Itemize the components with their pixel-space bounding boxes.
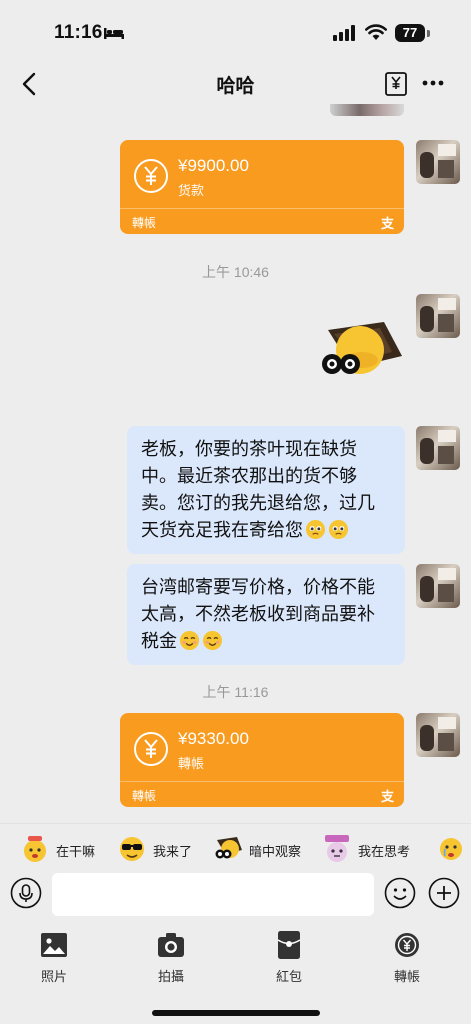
message-input[interactable]: [52, 873, 374, 916]
crying-sticker-icon: [440, 838, 462, 860]
previous-image-message[interactable]: [330, 104, 404, 116]
sunglasses-sticker-icon: [120, 837, 144, 861]
transfer-note: 轉帳: [178, 756, 205, 771]
transfer-footer-label: 轉帳: [132, 789, 157, 803]
tool-label: 拍攝: [157, 969, 184, 984]
smiling-face-emoji-icon: [179, 630, 200, 651]
transfer-footer-label: 轉帳: [132, 216, 157, 230]
photo-icon: [41, 933, 67, 957]
wifi-icon: [365, 24, 387, 40]
quick-sticker-bar: 在干嘛 我来了 暗中观察 我在思考: [0, 823, 471, 874]
emoji-picker-icon[interactable]: [384, 877, 416, 909]
timestamp: 上午 10:46: [202, 264, 269, 280]
red-packet-button[interactable]: 紅包: [254, 930, 324, 985]
message-line-with-emoji: 天货充足我在寄给您: [141, 517, 391, 544]
transfer-icon: [395, 933, 419, 957]
payment-logo: 支: [380, 216, 394, 231]
avatar[interactable]: [416, 294, 460, 338]
transfer-history-icon[interactable]: [385, 72, 407, 96]
voice-input-icon[interactable]: [10, 877, 42, 909]
binoculars-sticker-icon: [215, 837, 242, 859]
photo-button[interactable]: 照片: [19, 930, 89, 985]
transfer-amount: ¥9900.00: [178, 156, 249, 175]
avatar[interactable]: [416, 713, 460, 757]
message-line: 税金: [141, 631, 177, 651]
red-packet-icon: [277, 931, 301, 959]
message-line: 中。最近茶农那出的货不够: [141, 466, 357, 486]
thinking-sticker-icon: [325, 835, 349, 862]
text-message[interactable]: 老板，你要的茶叶现在缺货 中。最近茶农那出的货不够 卖。您订的我先退给您，过几 …: [127, 426, 405, 554]
message-line: 老板，你要的茶叶现在缺货: [141, 439, 357, 459]
message-line: 太高，不然老板收到商品要补: [141, 604, 375, 624]
tool-label: 照片: [40, 969, 67, 984]
add-attachment-icon[interactable]: [428, 877, 460, 909]
binoculars-sticker-icon[interactable]: [312, 316, 404, 378]
input-bar: [0, 873, 471, 918]
payment-logo: 支: [380, 789, 394, 804]
what-are-you-doing-sticker-icon: [24, 836, 46, 862]
transfer-divider: [120, 781, 404, 782]
message-line: 天货充足我在寄给您: [141, 520, 303, 540]
transfer-note: 货款: [178, 183, 205, 198]
chat-header: 哈哈: [0, 60, 471, 108]
smiling-face-emoji-icon: [202, 630, 223, 651]
transfer-message[interactable]: ¥9900.00 货款 轉帳 支: [120, 140, 404, 234]
home-indicator: [152, 1010, 320, 1016]
tool-label: 紅包: [275, 969, 302, 984]
transfer-message[interactable]: ¥9330.00 轉帳 轉帳 支: [120, 713, 404, 807]
quick-sticker-label: 我在思考: [358, 844, 411, 859]
quick-sticker-more[interactable]: [436, 834, 471, 864]
pleading-face-emoji-icon: [328, 519, 349, 540]
message-line: 卖。您订的我先退给您，过几: [141, 493, 375, 513]
sleep-focus-icon: [104, 28, 124, 39]
avatar[interactable]: [416, 140, 460, 184]
battery-tip: [427, 30, 430, 37]
quick-sticker-label: 暗中观察: [249, 844, 302, 859]
battery-indicator: 77: [395, 24, 425, 42]
text-message[interactable]: 台湾邮寄要写价格，价格不能 太高，不然老板收到商品要补 税金: [127, 564, 405, 665]
message-line-with-emoji: 税金: [141, 628, 391, 655]
message-line: 台湾邮寄要写价格，价格不能: [141, 577, 375, 597]
yen-transfer-icon: [134, 159, 168, 193]
pleading-face-emoji-icon: [305, 519, 326, 540]
camera-button[interactable]: 拍攝: [136, 930, 206, 985]
status-bar: 11:16 77: [0, 0, 471, 60]
transfer-divider: [120, 208, 404, 209]
quick-sticker-label: 在干嘛: [56, 844, 96, 859]
more-options-icon[interactable]: [421, 73, 445, 93]
tool-label: 轉帳: [393, 969, 420, 984]
avatar[interactable]: [416, 564, 460, 608]
transfer-button[interactable]: 轉帳: [372, 930, 442, 985]
attachment-toolbar: 照片 拍攝 紅包 轉帳: [0, 930, 471, 990]
avatar[interactable]: [416, 426, 460, 470]
timestamp: 上午 11:16: [202, 684, 269, 700]
camera-icon: [158, 933, 184, 957]
transfer-amount: ¥9330.00: [178, 729, 249, 748]
yen-transfer-icon: [134, 732, 168, 766]
signal-icon: [333, 25, 355, 41]
status-time: 11:16: [54, 22, 103, 43]
quick-sticker-label: 我来了: [153, 844, 193, 859]
